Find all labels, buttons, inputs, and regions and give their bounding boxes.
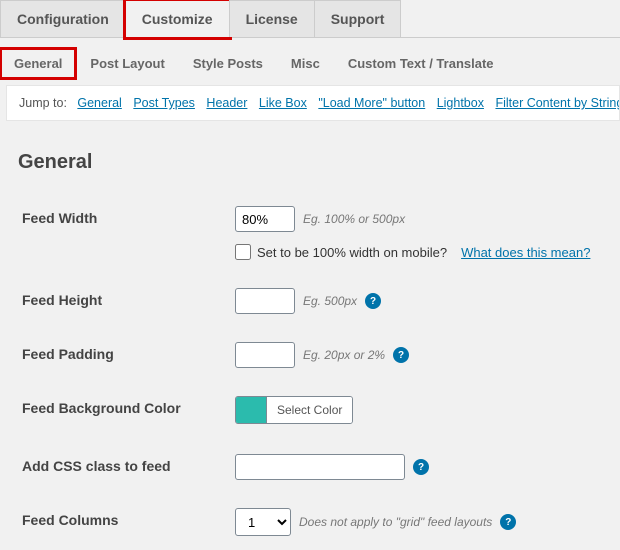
subtab-post-layout[interactable]: Post Layout [76,48,178,79]
color-swatch [236,397,266,423]
label-css-class: Add CSS class to feed [0,440,220,494]
select-feed-columns[interactable]: 1 [235,508,291,536]
select-color-button[interactable]: Select Color [266,397,352,423]
jump-link-load-more[interactable]: "Load More" button [318,96,425,110]
subtab-misc[interactable]: Misc [277,48,334,79]
subtab-style-posts[interactable]: Style Posts [179,48,277,79]
jump-link-lightbox[interactable]: Lightbox [437,96,484,110]
input-css-class[interactable] [235,454,405,480]
label-feed-height: Feed Height [0,274,220,328]
jump-link-filter[interactable]: Filter Content by String [495,96,620,110]
label-feed-columns: Feed Columns [0,494,220,550]
tab-license[interactable]: License [229,0,315,37]
input-feed-width[interactable] [235,206,295,232]
hint-feed-columns: Does not apply to "grid" feed layouts [299,515,492,529]
input-feed-height[interactable] [235,288,295,314]
help-icon[interactable]: ? [365,293,381,309]
subtab-custom-text[interactable]: Custom Text / Translate [334,48,508,79]
label-bg-color: Feed Background Color [0,382,220,440]
tab-customize[interactable]: Customize [125,0,230,38]
label-feed-width: Feed Width [0,192,220,274]
jump-label: Jump to: [19,96,67,110]
jump-link-post-types[interactable]: Post Types [133,96,195,110]
jump-link-header[interactable]: Header [206,96,247,110]
jump-bar: Jump to: General Post Types Header Like … [6,85,620,121]
label-feed-padding: Feed Padding [0,328,220,382]
help-icon[interactable]: ? [500,514,516,530]
link-what-does-this-mean[interactable]: What does this mean? [461,245,590,260]
label-mobile-width: Set to be 100% width on mobile? [257,245,447,260]
hint-feed-height: Eg. 500px [303,294,357,308]
checkbox-mobile-width[interactable] [235,244,251,260]
hint-feed-width: Eg. 100% or 500px [303,212,405,226]
help-icon[interactable]: ? [413,459,429,475]
color-picker[interactable]: Select Color [235,396,353,424]
jump-link-like-box[interactable]: Like Box [259,96,307,110]
jump-link-general[interactable]: General [77,96,121,110]
help-icon[interactable]: ? [393,347,409,363]
hint-feed-padding: Eg. 20px or 2% [303,348,385,362]
tab-support[interactable]: Support [314,0,402,37]
tab-configuration[interactable]: Configuration [0,0,126,37]
subtab-general[interactable]: General [0,48,76,79]
section-title-general: General [18,151,620,174]
main-tabs: Configuration Customize License Support [0,0,620,38]
sub-tabs: General Post Layout Style Posts Misc Cus… [0,38,620,79]
input-feed-padding[interactable] [235,342,295,368]
